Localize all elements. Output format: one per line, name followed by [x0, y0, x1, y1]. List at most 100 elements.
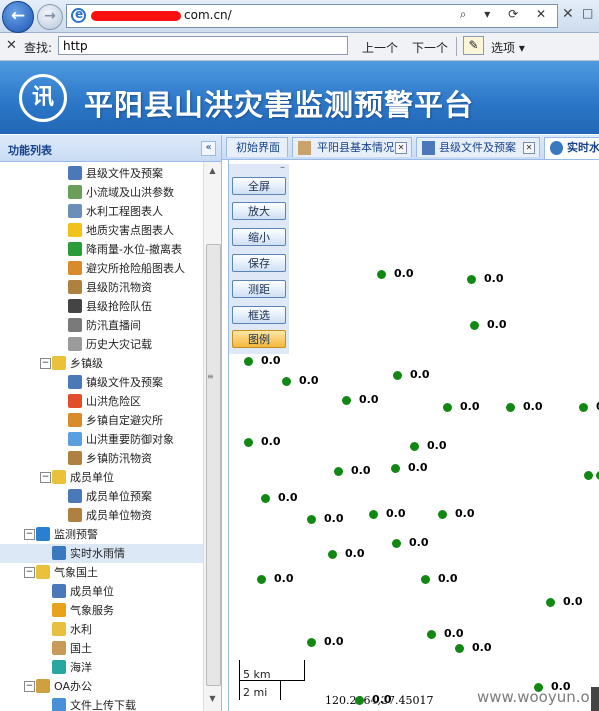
- tab-basic-info[interactable]: 平阳县基本情况 ✕: [292, 137, 412, 157]
- tree-item[interactable]: 文件上传下载: [0, 696, 203, 711]
- tree-item[interactable]: 山洪危险区: [0, 392, 203, 411]
- tree-item[interactable]: − OA办公: [0, 677, 203, 696]
- station-marker[interactable]: [410, 442, 419, 451]
- station-marker[interactable]: [342, 396, 351, 405]
- tree-item[interactable]: 海洋: [0, 658, 203, 677]
- tree-item[interactable]: 水利工程图表人: [0, 202, 203, 221]
- collapse-button[interactable]: «: [201, 141, 216, 156]
- find-options-button[interactable]: 选项 ▾: [491, 39, 525, 56]
- tab-home[interactable]: 初始界面: [226, 137, 288, 157]
- collapse-toggle-icon[interactable]: −: [40, 358, 51, 369]
- tree-item[interactable]: 防汛直播间: [0, 316, 203, 335]
- tree-item[interactable]: 成员单位: [0, 582, 203, 601]
- find-close-button[interactable]: ✕: [6, 38, 17, 53]
- station-marker[interactable]: [467, 275, 476, 284]
- tree-item[interactable]: 历史大灾记载: [0, 335, 203, 354]
- station-marker[interactable]: [506, 403, 515, 412]
- close-icon[interactable]: ✕: [523, 142, 535, 154]
- zoom-in-button[interactable]: 放大: [232, 202, 286, 220]
- tree-item-icon: [68, 223, 82, 237]
- find-input[interactable]: [58, 36, 348, 55]
- tree-item[interactable]: − 监测预警: [0, 525, 203, 544]
- tree-item[interactable]: 县级抢险队伍: [0, 297, 203, 316]
- collapse-toggle-icon[interactable]: −: [40, 472, 51, 483]
- station-marker[interactable]: [377, 270, 386, 279]
- station-marker[interactable]: [244, 438, 253, 447]
- save-button[interactable]: 保存: [232, 254, 286, 272]
- station-marker[interactable]: [244, 357, 253, 366]
- tree-item-label: 成员单位: [70, 471, 114, 484]
- tree-item[interactable]: 县级文件及预案: [0, 164, 203, 183]
- station-marker[interactable]: [334, 467, 343, 476]
- tab-realtime-rain[interactable]: 实时水: [544, 137, 599, 159]
- station-marker[interactable]: [455, 644, 464, 653]
- station-marker[interactable]: [282, 377, 291, 386]
- scroll-down-icon[interactable]: ▼: [206, 694, 219, 707]
- tree-item[interactable]: − 乡镇级: [0, 354, 203, 373]
- tree-item[interactable]: 小流域及山洪参数: [0, 183, 203, 202]
- station-marker[interactable]: [369, 510, 378, 519]
- collapse-toggle-icon[interactable]: −: [24, 567, 35, 578]
- scroll-thumb[interactable]: [206, 244, 221, 686]
- arrow-right-icon: →: [44, 8, 56, 24]
- tree-item[interactable]: 乡镇防汛物资: [0, 449, 203, 468]
- station-marker[interactable]: [391, 464, 400, 473]
- station-marker[interactable]: [392, 539, 401, 548]
- station-marker[interactable]: [257, 575, 266, 584]
- stop-icon[interactable]: ✕: [562, 6, 577, 24]
- tree-item[interactable]: − 成员单位: [0, 468, 203, 487]
- find-prev-button[interactable]: 上一个: [362, 39, 398, 56]
- station-marker[interactable]: [427, 630, 436, 639]
- tree-item[interactable]: 成员单位物资: [0, 506, 203, 525]
- station-marker[interactable]: [534, 683, 543, 692]
- collapse-toggle-icon[interactable]: −: [24, 681, 35, 692]
- tree-item[interactable]: 乡镇自定避灾所: [0, 411, 203, 430]
- tree-item[interactable]: 县级防汛物资: [0, 278, 203, 297]
- tree-item[interactable]: 镇级文件及预案: [0, 373, 203, 392]
- legend-button[interactable]: 图例: [232, 330, 286, 348]
- tree-item[interactable]: − 气象国土: [0, 563, 203, 582]
- address-bar[interactable]: com.cn/ ⌕ ▾ ⟳ ✕: [66, 4, 558, 28]
- measure-button[interactable]: 测距: [232, 280, 286, 298]
- tree-item[interactable]: 降雨量-水位-撤离表: [0, 240, 203, 259]
- station-marker[interactable]: [355, 696, 364, 705]
- forward-button[interactable]: →: [37, 4, 63, 30]
- station-marker[interactable]: [579, 403, 588, 412]
- toolbar-minimize-icon[interactable]: –: [280, 162, 285, 173]
- station-marker[interactable]: [307, 638, 316, 647]
- collapse-toggle-icon[interactable]: −: [24, 529, 35, 540]
- tree-item[interactable]: 水利: [0, 620, 203, 639]
- fullscreen-button[interactable]: 全屏: [232, 177, 286, 195]
- tab-icon[interactable]: □: [582, 6, 597, 24]
- tree-item-label: 乡镇级: [70, 357, 103, 370]
- station-marker[interactable]: [584, 471, 593, 480]
- back-button[interactable]: ←: [2, 1, 34, 33]
- tree-scrollbar[interactable]: ▲ ≡ ▼: [203, 162, 221, 711]
- station-marker[interactable]: [546, 598, 555, 607]
- box-select-button[interactable]: 框选: [232, 306, 286, 324]
- tree-item[interactable]: 成员单位预案: [0, 487, 203, 506]
- tree-item[interactable]: 气象服务: [0, 601, 203, 620]
- station-marker[interactable]: [307, 515, 316, 524]
- station-marker[interactable]: [443, 403, 452, 412]
- tree-item[interactable]: 山洪重要防御对象: [0, 430, 203, 449]
- tree-item[interactable]: 国土: [0, 639, 203, 658]
- tree-item[interactable]: 避灾所抢险船图表人: [0, 259, 203, 278]
- tree-item[interactable]: 地质灾害点图表人: [0, 221, 203, 240]
- tab-county-files[interactable]: 县级文件及预案 ✕: [416, 137, 540, 157]
- scroll-up-icon[interactable]: ▲: [206, 166, 219, 179]
- station-marker[interactable]: [438, 510, 447, 519]
- station-marker[interactable]: [470, 321, 479, 330]
- address-tools-icons[interactable]: ⌕ ▾ ⟳ ✕: [460, 7, 553, 22]
- station-marker[interactable]: [261, 494, 270, 503]
- zoom-out-button[interactable]: 缩小: [232, 228, 286, 246]
- station-marker[interactable]: [393, 371, 402, 380]
- map-view[interactable]: – 全屏 放大 缩小 保存 测距 框选 图例 5 km 2 mi 120.2964,27.4…: [228, 160, 599, 711]
- find-next-button[interactable]: 下一个: [412, 39, 448, 56]
- browser-toolbar: ← → com.cn/ ⌕ ▾ ⟳ ✕ ✕ □: [0, 0, 599, 33]
- station-marker[interactable]: [328, 550, 337, 559]
- highlight-button[interactable]: ✎: [463, 36, 484, 55]
- close-icon[interactable]: ✕: [395, 142, 407, 154]
- station-marker[interactable]: [421, 575, 430, 584]
- tree-item[interactable]: 实时水雨情: [0, 544, 203, 563]
